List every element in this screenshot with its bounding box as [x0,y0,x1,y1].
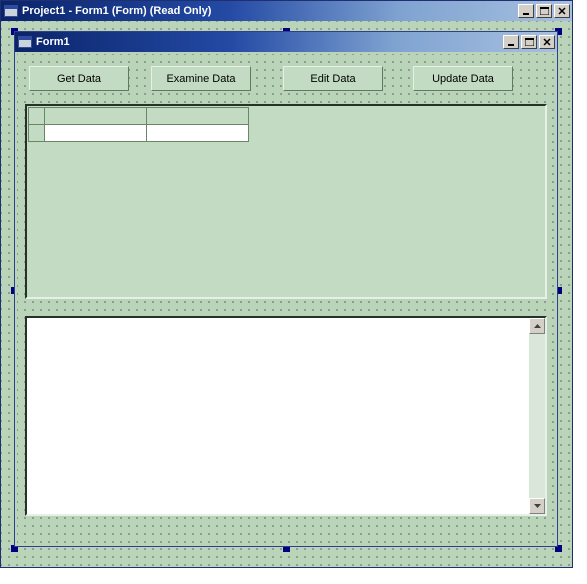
grid-cell[interactable] [147,125,249,142]
grid-row-header[interactable] [29,125,45,142]
outer-window-buttons [518,4,570,18]
inner-minimize-button[interactable] [503,35,519,49]
grid-col-header[interactable] [147,108,249,125]
grid-header-row [29,108,249,125]
edit-data-button[interactable]: Edit Data [283,66,383,91]
chevron-down-icon [534,504,541,508]
minimize-icon [522,7,530,15]
outer-title: Project1 - Form1 (Form) (Read Only) [22,5,518,17]
button-label: Examine Data [166,73,235,85]
output-textbox[interactable] [25,316,547,516]
inner-title: Form1 [36,36,503,48]
inner-titlebar: Form1 [15,32,557,52]
grid-table [28,107,249,142]
inner-close-button[interactable] [539,35,555,49]
form-icon [18,36,32,48]
maximize-icon [525,38,534,46]
form-icon [4,5,18,17]
close-icon [543,38,551,46]
data-grid[interactable] [25,104,547,299]
inner-window-buttons [503,35,555,49]
examine-data-button[interactable]: Examine Data [151,66,251,91]
vertical-scrollbar[interactable] [529,318,545,514]
outer-maximize-button[interactable] [536,4,552,18]
update-data-button[interactable]: Update Data [413,66,513,91]
inner-maximize-button[interactable] [521,35,537,49]
button-label: Edit Data [310,73,355,85]
designer-window: Project1 - Form1 (Form) (Read Only) F [0,0,573,568]
form-client-area[interactable]: Get Data Examine Data Edit Data Update D… [17,54,555,544]
scroll-down-button[interactable] [529,498,545,514]
grid-cell[interactable] [45,125,147,142]
button-label: Update Data [432,73,494,85]
table-row [29,125,249,142]
close-icon [558,7,566,15]
grid-corner[interactable] [29,108,45,125]
maximize-icon [540,7,549,15]
form-window[interactable]: Form1 Get Data [14,31,558,547]
button-label: Get Data [57,73,101,85]
scroll-up-button[interactable] [529,318,545,334]
get-data-button[interactable]: Get Data [29,66,129,91]
outer-close-button[interactable] [554,4,570,18]
grid-col-header[interactable] [45,108,147,125]
outer-minimize-button[interactable] [518,4,534,18]
design-surface[interactable]: Form1 Get Data [1,21,572,567]
minimize-icon [507,38,515,46]
outer-titlebar: Project1 - Form1 (Form) (Read Only) [1,1,572,21]
chevron-up-icon [534,324,541,328]
